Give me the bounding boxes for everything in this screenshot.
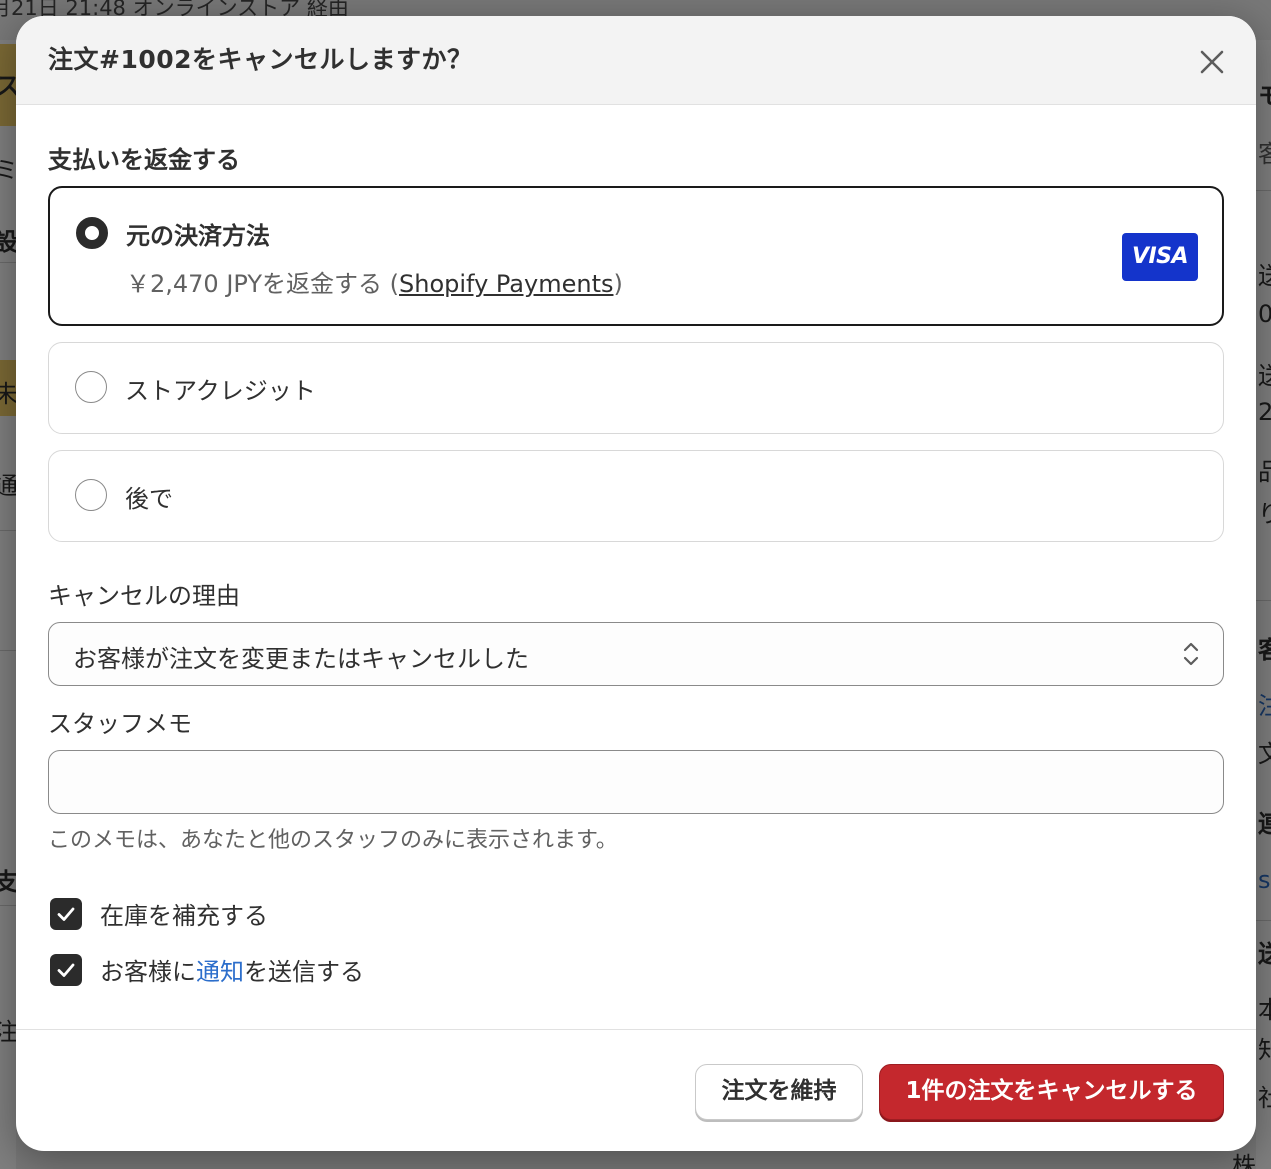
radio-original-payment[interactable] [76,217,108,249]
notify-customer-label: お客様に通知を送信する [100,952,364,987]
refund-amount: ￥2,470 JPYを返金する ( [126,270,400,298]
refund-option-store-credit[interactable]: ストアクレジット [48,342,1224,434]
radio-store-credit[interactable] [75,371,107,403]
dialog-header: 注文#1002をキャンセルしますか？ [16,16,1256,105]
option-label: 元の決済方法 [126,222,270,250]
dialog-title: 注文#1002をキャンセルしますか？ [48,45,473,74]
staff-memo-label: スタッフメモ [48,710,192,738]
cancel-reason-label: キャンセルの理由 [48,582,240,610]
checkmark-icon [57,907,75,921]
notification-link[interactable]: 通知 [196,958,244,986]
radio-later[interactable] [75,479,107,511]
close-icon [1200,50,1224,74]
refund-option-original-payment[interactable]: 元の決済方法 ￥2,470 JPYを返金する (Shopify Payments… [48,186,1224,326]
checkmark-icon [57,963,75,977]
cancel-reason-value: お客様が注文を変更またはキャンセルした [73,645,529,673]
cancel-order-button[interactable]: 1件の注文をキャンセルする [879,1064,1224,1120]
option-label: 後で [125,485,173,513]
notify-prefix: お客様に [100,958,196,986]
staff-memo-input[interactable] [48,750,1224,814]
restock-label: 在庫を補充する [100,902,268,930]
shopify-payments-link[interactable]: Shopify Payments [399,270,613,298]
refund-option-later[interactable]: 後で [48,450,1224,542]
chevron-up-down-icon [1183,642,1199,666]
paren-close: ) [613,270,623,298]
cancel-reason-select[interactable]: お客様が注文を変更またはキャンセルした [48,622,1224,686]
cancel-order-dialog: 注文#1002をキャンセルしますか？ 支払いを返金する 元の決済方法 ￥2,47… [16,16,1256,1151]
notify-customer-checkbox[interactable] [50,954,82,986]
refund-amount-text: ￥2,470 JPYを返金する (Shopify Payments) [126,264,623,299]
notify-suffix: を送信する [244,958,364,986]
close-button[interactable] [1192,42,1232,82]
refund-section-label: 支払いを返金する [48,146,240,174]
staff-memo-help-text: このメモは、あなたと他のスタッフのみに表示されます。 [48,828,618,853]
visa-card-icon: VISA [1122,233,1198,281]
keep-order-button[interactable]: 注文を維持 [695,1064,863,1120]
option-label: ストアクレジット [125,377,316,405]
restock-checkbox[interactable] [50,898,82,930]
footer-divider [16,1029,1256,1030]
